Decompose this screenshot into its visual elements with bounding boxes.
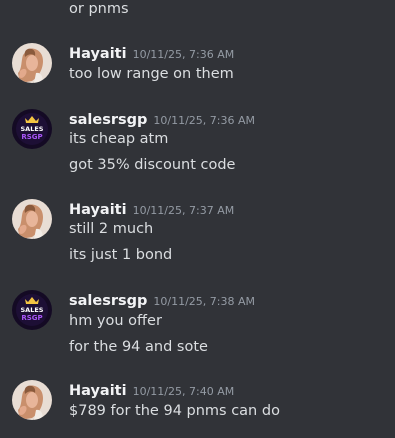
- svg-text:SALES: SALES: [21, 125, 44, 133]
- message-header: Hayaiti 10/11/25, 7:37 AM: [69, 199, 234, 219]
- message-header: Hayaiti 10/11/25, 7:40 AM: [69, 380, 234, 400]
- username[interactable]: salesrsgp: [69, 293, 147, 309]
- username[interactable]: Hayaiti: [69, 202, 127, 218]
- user-avatar[interactable]: [12, 199, 52, 239]
- message-text: its cheap atm: [69, 131, 169, 147]
- timestamp: 10/11/25, 7:38 AM: [153, 295, 256, 308]
- username[interactable]: salesrsgp: [69, 112, 147, 128]
- user-avatar[interactable]: SALES RSGP: [12, 290, 52, 330]
- message-text: still 2 much: [69, 221, 154, 237]
- svg-text:RSGP: RSGP: [21, 133, 42, 141]
- salesrsgp-avatar-icon: SALES RSGP: [12, 109, 52, 149]
- hayaiti-avatar-icon: [12, 43, 52, 83]
- message-text: hm you offer: [69, 313, 162, 329]
- message-text: too low range on them: [69, 66, 234, 82]
- hayaiti-avatar-icon: [12, 199, 52, 239]
- svg-text:RSGP: RSGP: [21, 314, 42, 322]
- svg-text:SALES: SALES: [21, 306, 44, 314]
- user-avatar[interactable]: [12, 380, 52, 420]
- timestamp: 10/11/25, 7:36 AM: [132, 48, 235, 61]
- timestamp: 10/11/25, 7:40 AM: [132, 385, 235, 398]
- message-text: for the 94 and sote: [69, 339, 208, 355]
- username[interactable]: Hayaiti: [69, 383, 127, 399]
- message-text: its just 1 bond: [69, 247, 173, 263]
- message-text: or pnms: [69, 1, 129, 17]
- message-text: $789 for the 94 pnms can do: [69, 403, 280, 419]
- message-header: salesrsgp 10/11/25, 7:36 AM: [69, 109, 255, 129]
- user-avatar[interactable]: [12, 43, 52, 83]
- timestamp: 10/11/25, 7:37 AM: [132, 204, 235, 217]
- timestamp: 10/11/25, 7:36 AM: [153, 114, 256, 127]
- message-header: salesrsgp 10/11/25, 7:38 AM: [69, 290, 255, 310]
- message-header: Hayaiti 10/11/25, 7:36 AM: [69, 43, 234, 63]
- message-text: got 35% discount code: [69, 157, 236, 173]
- salesrsgp-avatar-icon: SALES RSGP: [12, 290, 52, 330]
- chat-message-list: or pnms Hayaiti 10/11/25, 7:36 AM too low…: [0, 0, 395, 438]
- username[interactable]: Hayaiti: [69, 46, 127, 62]
- hayaiti-avatar-icon: [12, 380, 52, 420]
- user-avatar[interactable]: SALES RSGP: [12, 109, 52, 149]
